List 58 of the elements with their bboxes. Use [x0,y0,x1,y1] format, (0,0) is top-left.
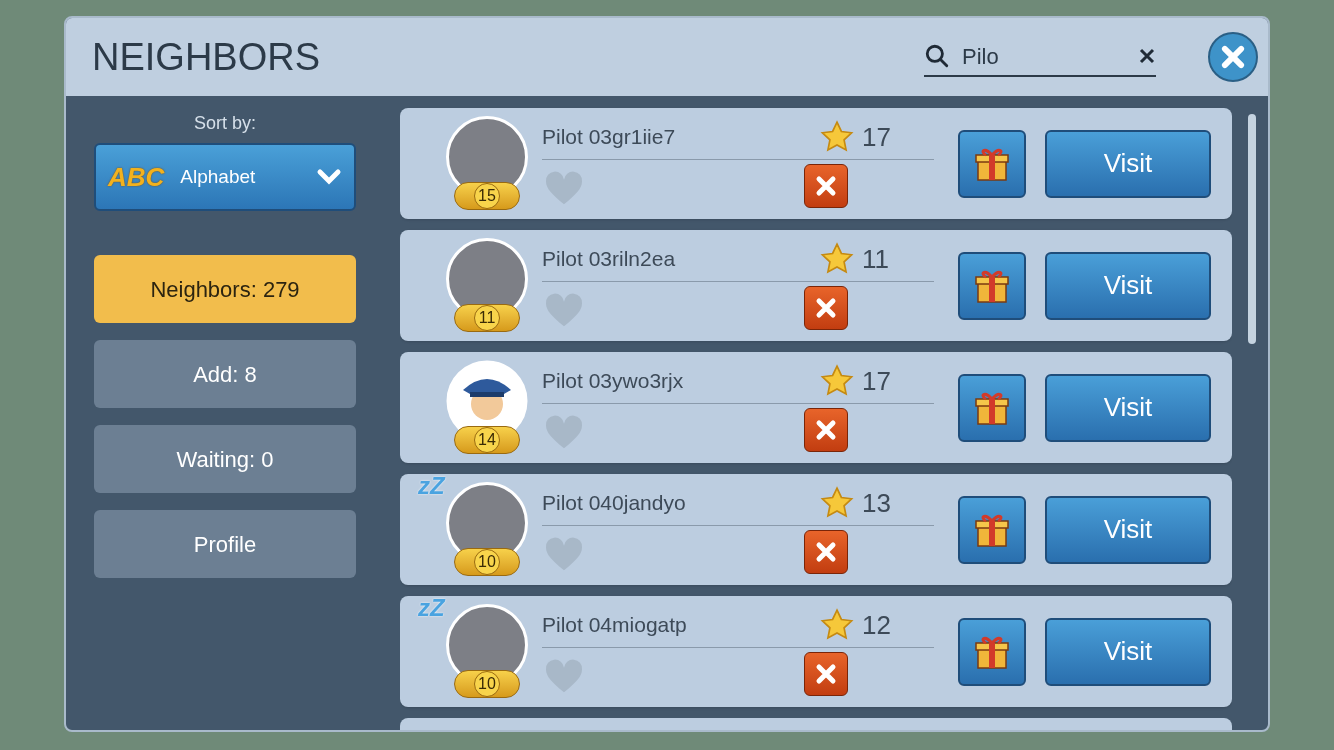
remove-button[interactable] [804,529,848,574]
chevron-down-icon [316,168,342,186]
player-name: Pilot 040jandyo [542,490,687,517]
sidebar-tab[interactable]: Add: 8 [94,340,356,408]
player-name: Pilot 03ywo3rjx [542,368,685,395]
star-icon [820,120,854,154]
visit-button[interactable]: Visit [1045,617,1211,686]
star-icon [820,242,854,276]
star-count: 17 [862,364,892,398]
dialog-title: NEIGHBORS [92,34,322,80]
star-count: 11 [862,242,890,276]
gift-button[interactable] [958,129,1026,198]
abc-icon: ABC [108,157,165,197]
gift-button[interactable] [958,495,1026,564]
level-badge: 10 [454,547,520,576]
search-text: Pilo [962,42,1000,71]
close-icon [814,173,838,198]
player-name: Pilot 03riln2ea [542,246,677,273]
close-icon [814,661,838,686]
level-badge: 11 [454,303,520,332]
close-icon [814,295,838,320]
gift-button[interactable] [958,251,1026,320]
clear-icon[interactable] [1138,47,1156,65]
sleep-label: zZ [418,595,445,620]
sidebar-tab[interactable]: Neighbors: 279 [94,255,356,323]
star-icon [820,364,854,398]
sort-dropdown[interactable]: ABC Alphabet [94,143,356,211]
star-icon [820,486,854,520]
sidebar-tab[interactable]: Waiting: 0 [94,425,356,493]
close-icon [1219,43,1247,71]
level-badge: 14 [454,425,520,454]
star-icon [820,608,854,642]
sidebar-tab[interactable]: Profile [94,510,356,578]
sort-label: Sort by: [193,112,257,135]
player-name: Pilot 04miogatp [542,612,688,639]
visit-button[interactable]: Visit [1045,129,1211,198]
gift-button[interactable] [958,373,1026,442]
remove-button[interactable] [804,163,848,208]
gift-button[interactable] [958,617,1026,686]
visit-button[interactable]: Visit [1045,373,1211,442]
level-badge: 15 [454,181,520,210]
close-button[interactable] [1208,32,1258,82]
star-count: 12 [862,608,892,642]
sleep-label: zZ [418,473,445,498]
search-field[interactable]: Pilo [924,37,1156,77]
search-icon [924,43,950,69]
close-icon [814,417,838,442]
visit-button[interactable]: Visit [1045,251,1211,320]
level-badge: 10 [454,669,520,698]
remove-button[interactable] [804,407,848,452]
close-icon [814,539,838,564]
scrollbar-thumb[interactable] [1248,114,1256,344]
remove-button[interactable] [804,285,848,330]
star-count: 17 [862,120,892,154]
star-count: 13 [862,486,892,520]
remove-button[interactable] [804,651,848,696]
visit-button[interactable]: Visit [1045,495,1211,564]
player-name: Pilot 03gr1iie7 [542,124,677,151]
